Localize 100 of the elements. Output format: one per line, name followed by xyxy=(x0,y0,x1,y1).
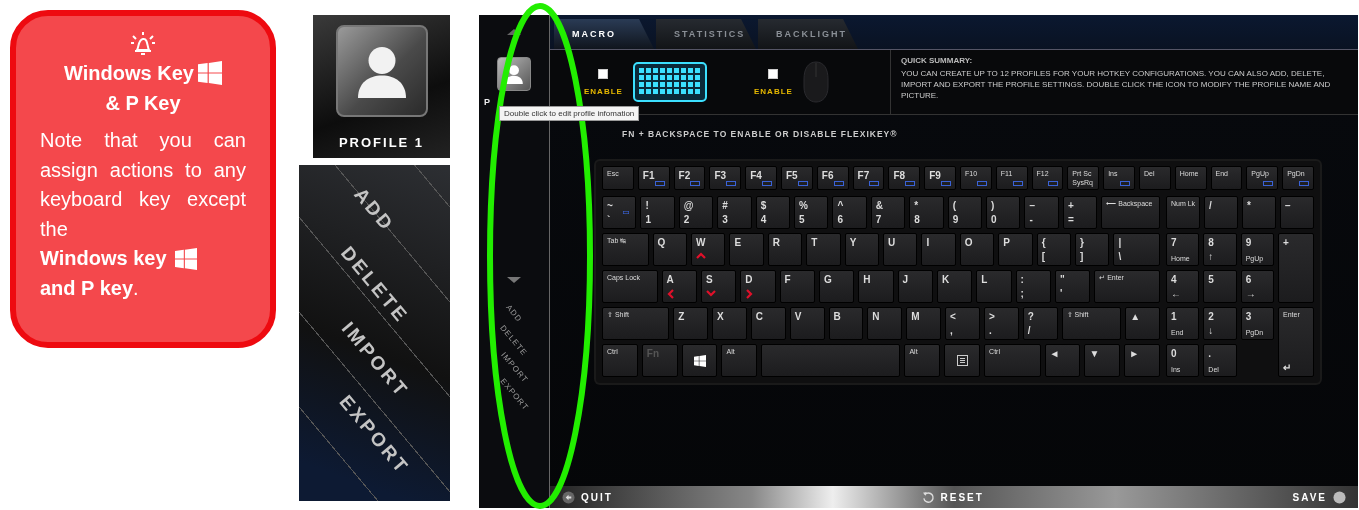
reset-button[interactable]: RESET xyxy=(921,490,984,504)
menu-key-icon xyxy=(956,355,968,366)
profile-name: PROFILE 1 xyxy=(338,135,425,150)
keyboard-key[interactable]: − xyxy=(1280,196,1314,229)
keyboard-key[interactable]: F5 xyxy=(781,166,813,190)
windows-logo-icon xyxy=(174,247,197,270)
tab[interactable]: STATISTICS xyxy=(656,19,756,49)
keyboard-key[interactable]: + xyxy=(1278,233,1314,303)
keyboard-key[interactable]: R xyxy=(767,233,803,266)
keyboard-key[interactable] xyxy=(944,344,981,377)
keyboard-key[interactable]: 5 xyxy=(1203,270,1237,303)
keyboard-key[interactable]: C xyxy=(750,307,786,340)
keyboard-key[interactable]: Q xyxy=(652,233,687,266)
summary-title: QUICK SUMMARY: xyxy=(901,56,974,65)
keyboard-key[interactable]: @ 2 xyxy=(678,196,714,229)
keyboard-key[interactable]: E xyxy=(729,233,764,266)
keyboard-icon[interactable] xyxy=(632,62,707,102)
keyboard-key[interactable]: & 7 xyxy=(870,196,906,229)
keyboard-key[interactable]: F3 xyxy=(709,166,742,190)
keyboard-key[interactable]: A xyxy=(661,270,697,303)
keyboard-key[interactable]: Y xyxy=(844,233,880,266)
chevron-down-icon xyxy=(705,289,716,299)
keyboard-key[interactable]: ▲ xyxy=(1125,307,1161,340)
keyboard-key[interactable]: ) 0 xyxy=(986,196,1021,229)
keyboard-key[interactable]: $ 4 xyxy=(755,196,791,229)
keyboard-key[interactable]: T xyxy=(806,233,841,266)
keyboard-key[interactable]: } ] xyxy=(1075,233,1110,266)
tooltip: Double click to edit profile infomation xyxy=(499,106,640,121)
keyboard-key[interactable]: ! 1 xyxy=(640,196,675,229)
keyboard-key[interactable]: 8 ↑ xyxy=(1203,233,1237,266)
keyboard-key[interactable]: 6 → xyxy=(1240,270,1274,303)
keyboard-key[interactable]: F9 xyxy=(924,166,956,190)
chevron-left-icon xyxy=(666,289,677,299)
keyboard-key[interactable]: F7 xyxy=(852,166,885,190)
keyboard-key[interactable]: ? / xyxy=(1022,307,1058,340)
flexikey-hint: FN + BACKSPACE TO ENABLE OR DISABLE FLEXIKEY® xyxy=(622,129,898,139)
note-text: Note that you can assign actions to any keyboard key except the xyxy=(40,128,246,242)
keyboard-key[interactable]: % 5 xyxy=(794,196,829,229)
keyboard-key[interactable]: F8 xyxy=(888,166,921,190)
keyboard-key[interactable]: F xyxy=(779,270,815,303)
keyboard-key[interactable]: : ; xyxy=(1015,270,1051,303)
keyboard-key[interactable] xyxy=(681,344,718,377)
keyboard-key[interactable]: U xyxy=(883,233,918,266)
callout-title: Windows Key xyxy=(64,61,194,86)
note-text: and P key. xyxy=(40,275,139,301)
keyboard-key[interactable]: ( 9 xyxy=(947,196,983,229)
keyboard-key[interactable]: X xyxy=(711,307,747,340)
windows-logo-icon xyxy=(693,354,706,367)
keyboard-key[interactable]: F4 xyxy=(745,166,777,190)
keyboard-key[interactable]: O xyxy=(959,233,995,266)
reset-icon xyxy=(921,490,935,504)
enable-label: ENABLE xyxy=(754,86,793,96)
keyboard-key[interactable]: ◄ xyxy=(1044,344,1081,377)
keyboard-key[interactable]: 2 ↓ xyxy=(1203,307,1237,340)
checkbox[interactable] xyxy=(598,68,609,79)
keyboard-key[interactable]: > . xyxy=(983,307,1019,340)
scroll-down-icon[interactable] xyxy=(507,277,521,283)
bell-icon xyxy=(128,30,158,58)
keyboard-key[interactable]: { [ xyxy=(1036,233,1072,266)
keyboard-key[interactable]: − - xyxy=(1024,196,1059,229)
keyboard-key[interactable]: 4 ← xyxy=(1166,270,1200,303)
enable-label: ENABLE xyxy=(584,86,623,96)
note-text: Windows key xyxy=(40,246,167,271)
keyboard-key[interactable]: K xyxy=(936,270,973,303)
keyboard-key[interactable]: N xyxy=(867,307,903,340)
tab[interactable]: MACRO xyxy=(554,19,654,49)
keyboard-key[interactable]: M xyxy=(906,307,942,340)
keyboard-key[interactable]: ~ ` xyxy=(602,196,637,229)
keyboard-key[interactable]: / xyxy=(1204,196,1238,229)
keyboard-key[interactable]: S xyxy=(700,270,737,303)
keyboard-key[interactable]: ▼ xyxy=(1084,344,1121,377)
keyboard-key[interactable]: ^ 6 xyxy=(832,196,867,229)
quit-button[interactable]: QUIT xyxy=(562,490,613,504)
keyboard-key[interactable]: F1 xyxy=(637,166,670,190)
tab[interactable]: BACKLIGHT xyxy=(758,19,858,49)
keyboard-key[interactable]: F2 xyxy=(673,166,706,190)
keyboard-key[interactable]: V xyxy=(789,307,825,340)
keyboard-key[interactable]: G xyxy=(818,270,855,303)
keyboard-key[interactable]: ► xyxy=(1124,344,1161,377)
keyboard-key[interactable]: L xyxy=(976,270,1012,303)
save-button[interactable]: SAVE xyxy=(1292,490,1346,504)
keyboard-key[interactable]: H xyxy=(858,270,894,303)
keyboard-key[interactable]: * xyxy=(1242,196,1276,229)
keyboard-key[interactable]: D xyxy=(740,270,776,303)
keyboard-key[interactable]: J xyxy=(897,270,933,303)
keyboard-key[interactable]: # 3 xyxy=(717,196,752,229)
checkbox[interactable] xyxy=(768,68,779,79)
keyboard-key[interactable]: P xyxy=(998,233,1033,266)
windows-logo-icon xyxy=(197,61,222,85)
keyboard-key[interactable]: | \ xyxy=(1113,233,1161,266)
keyboard-key[interactable]: Z xyxy=(673,307,708,340)
keyboard-key[interactable]: + = xyxy=(1062,196,1098,229)
keyboard-key[interactable]: < , xyxy=(945,307,980,340)
keyboard-key[interactable]: F6 xyxy=(816,166,849,190)
profile-name: P xyxy=(484,97,490,107)
keyboard-key[interactable]: W xyxy=(691,233,726,266)
keyboard-key[interactable]: * 8 xyxy=(909,196,944,229)
keyboard-key[interactable]: " ' xyxy=(1054,270,1091,303)
keyboard-key[interactable]: B xyxy=(828,307,864,340)
keyboard-key[interactable]: I xyxy=(921,233,956,266)
